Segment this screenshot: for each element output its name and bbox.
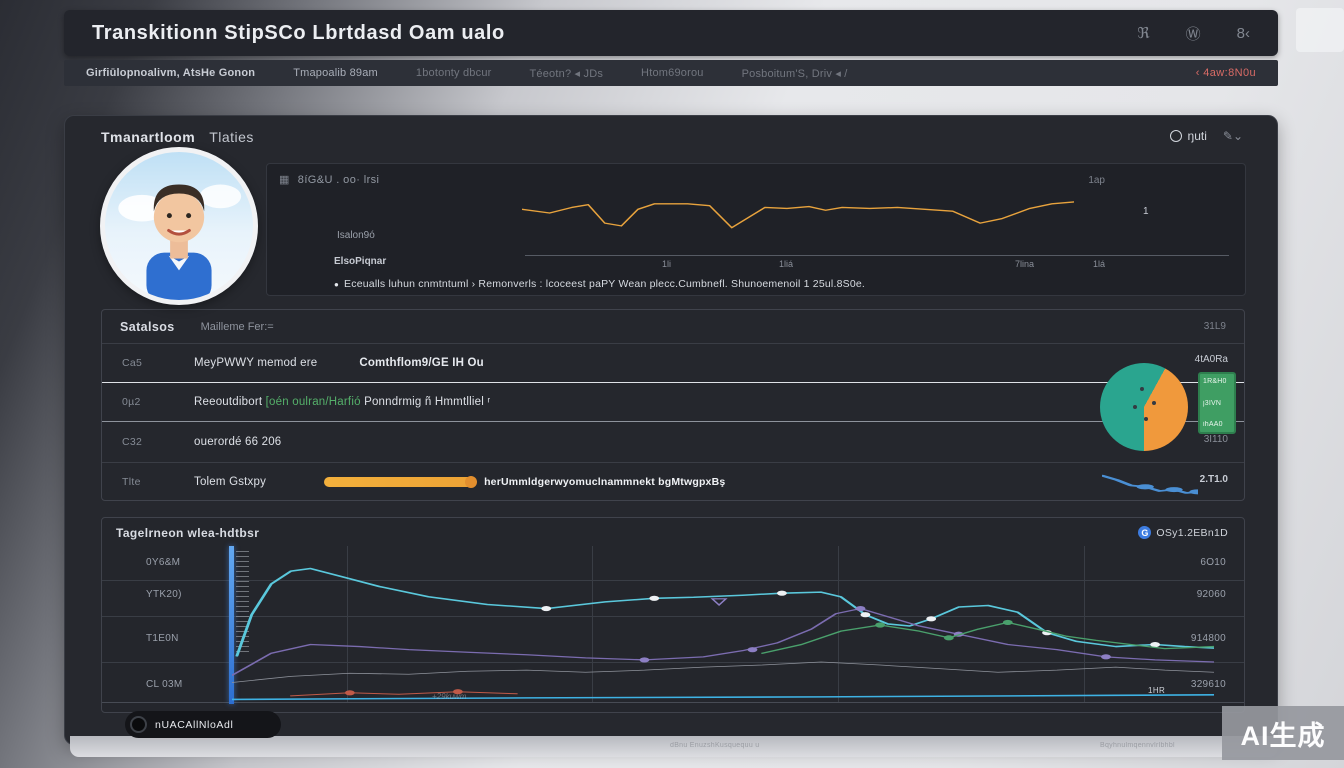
chart-right-control[interactable]: G OSy1.2EBn1D bbox=[1138, 526, 1228, 539]
footer-pill-label: nUACAllNloAdl bbox=[155, 719, 233, 731]
profile-meta-text: 8íG&U . oo· lrsi bbox=[298, 174, 380, 186]
axis-tick-3: 7lina bbox=[1015, 259, 1034, 269]
profile-chart-card: ▦ 8íG&U . oo· lrsi 1ap 1 1li 1liá 7lina … bbox=[266, 163, 1246, 296]
axis-tick-1: 1li bbox=[662, 259, 671, 269]
profile-label-1: Isalon9ó bbox=[337, 230, 375, 241]
table-row[interactable]: Ca5 MeyPWWY memod ereComthflom9/GE IH Ou bbox=[102, 344, 1244, 382]
row-text: Reeoutdibort [oén oulran/Harfió Ponndrmi… bbox=[194, 396, 490, 408]
row-label: Ca5 bbox=[122, 357, 194, 369]
spark-value-label: 1 bbox=[1143, 206, 1149, 217]
donut-chart bbox=[1100, 363, 1188, 451]
nav-bar: Girfiūlopnoalivm, AtsHe Gonon Tmapoalib … bbox=[64, 60, 1278, 86]
footer-strip: dBnu EnuzshKusquequu u Bqyhnulmqennvlrlb… bbox=[70, 736, 1278, 757]
donut-dot bbox=[1144, 417, 1148, 421]
chart-annotation: 1HR bbox=[1148, 686, 1165, 695]
app-title: Transkitionn StipSCo Lbrtdasd Oam ualo bbox=[92, 22, 505, 45]
notification-icon[interactable]: ℜ bbox=[1137, 24, 1149, 42]
main-panel: TmanartloomTlaties ŋuti ✎⌄ bbox=[64, 115, 1278, 745]
table-header-value: 31L9 bbox=[1204, 321, 1226, 332]
row-label: C32 bbox=[122, 436, 194, 448]
progress-caption: herUmmldgerwyomuclnammnekt bgMtwgpxBş bbox=[484, 476, 725, 488]
row-text: Tolem Gstxpy bbox=[194, 476, 266, 488]
table-title: Satalsos bbox=[120, 320, 175, 334]
chart-scribble: +29kuwm bbox=[432, 692, 466, 701]
header-icons: ℜ Ⓦ 8‹ bbox=[1137, 23, 1250, 44]
chart-legend-box: 1R&H0 j3IVN ihAA0 bbox=[1198, 372, 1236, 434]
nav-item-4[interactable]: Téeotn? ◂ JDs bbox=[530, 67, 604, 80]
progress-knob bbox=[465, 476, 477, 488]
profile-sparkline-chart bbox=[522, 190, 1074, 236]
table-row-highlighted[interactable]: 0µ2 Reeoutdibort [oén oulran/Harfió Ponn… bbox=[102, 382, 1244, 422]
table-header: Satalsos Mailleme Fer:= 31L9 bbox=[102, 310, 1244, 344]
legend-line-3: ihAA0 bbox=[1203, 421, 1231, 428]
chart-title: Tagelrneon wlea-hdtbsr bbox=[116, 526, 259, 540]
y-left-label-3: T1E0N bbox=[146, 633, 179, 644]
grid-icon: ▦ bbox=[279, 173, 290, 186]
axis-tick-2: 1liá bbox=[779, 259, 793, 269]
row-text: MeyPWWY memod ereComthflom9/GE IH Ou bbox=[194, 357, 484, 369]
donut-dot bbox=[1140, 387, 1144, 391]
y-left-label-2: YTK20) bbox=[146, 589, 182, 600]
strip-text-1: dBnu EnuzshKusquequu u bbox=[670, 742, 760, 749]
nav-alert-badge[interactable]: ‹ 4aw:8N0u bbox=[1196, 67, 1256, 79]
h-axis-line bbox=[102, 702, 1244, 703]
performance-line-chart bbox=[232, 548, 1214, 702]
chart-source-icon: G bbox=[1138, 526, 1151, 539]
nav-item-5[interactable]: Htom69orou bbox=[641, 67, 704, 79]
share-icon[interactable]: 8‹ bbox=[1237, 25, 1250, 42]
row-text-green[interactable]: [oén oulran/Harfió bbox=[266, 396, 361, 408]
avatar-illustration bbox=[105, 152, 253, 300]
profile-legend-text: Eceualls luhun cnmtntuml › Remonverls : … bbox=[344, 278, 865, 290]
stats-table-card: Satalsos Mailleme Fer:= 31L9 Ca5 MeyPWWY… bbox=[101, 309, 1245, 501]
badge-icon[interactable]: Ⓦ bbox=[1186, 23, 1201, 44]
y-left-label-4: CL 03M bbox=[146, 679, 182, 690]
footer-status-pill[interactable]: nUACAllNloAdl bbox=[125, 711, 281, 738]
bullet-icon: ● bbox=[334, 280, 339, 289]
row-sparkline-chart bbox=[1102, 470, 1198, 498]
legend-line-1: 1R&H0 bbox=[1203, 378, 1231, 385]
table-row[interactable]: Tlte Tolem Gstxpy herUmmldgerwyomuclnamm… bbox=[102, 462, 1244, 501]
row-label: 0µ2 bbox=[122, 396, 194, 408]
nav-item-1[interactable]: Girfiūlopnoalivm, AtsHe Gonon bbox=[86, 67, 255, 79]
watermark: AI生成 bbox=[1222, 706, 1344, 760]
row-value-4: 2.T1.0 bbox=[1200, 474, 1228, 485]
record-icon bbox=[130, 716, 147, 733]
refresh-button[interactable]: ŋuti bbox=[1170, 129, 1207, 143]
row-value-3: 3I110 bbox=[1204, 434, 1228, 445]
row-label: Tlte bbox=[122, 476, 194, 488]
spark-axis-line bbox=[525, 255, 1229, 256]
screen: Transkitionn StipSCo Lbrtdasd Oam ualo ℜ… bbox=[0, 0, 1344, 768]
nav-item-2[interactable]: Tmapoalib 89am bbox=[293, 67, 378, 79]
table-row[interactable]: C32 ouerordé 66 206 bbox=[102, 422, 1244, 462]
profile-right-meta: 1ap bbox=[1088, 175, 1105, 186]
edit-button[interactable]: ✎⌄ bbox=[1223, 129, 1243, 143]
profile-meta: ▦ 8íG&U . oo· lrsi bbox=[279, 173, 379, 186]
progress-bar bbox=[324, 477, 474, 487]
y-left-label-1: 0Y6&M bbox=[146, 557, 180, 568]
donut-dot bbox=[1152, 401, 1156, 405]
row-text: ouerordé 66 206 bbox=[194, 436, 281, 448]
row-value-1: 4tA0Ra bbox=[1195, 354, 1228, 365]
profile-legend: ● Eceualls luhun cnmtntuml › Remonverls … bbox=[334, 278, 865, 290]
chart-right-label: OSy1.2EBn1D bbox=[1156, 527, 1228, 539]
app-header: Transkitionn StipSCo Lbrtdasd Oam ualo ℜ… bbox=[64, 10, 1278, 56]
nav-item-3[interactable]: 1botonty dbcur bbox=[416, 67, 492, 79]
refresh-icon bbox=[1170, 130, 1182, 142]
legend-line-2: j3IVN bbox=[1203, 400, 1231, 407]
axis-tick-4: 1lá bbox=[1093, 259, 1105, 269]
performance-chart-card: Tagelrneon wlea-hdtbsr G OSy1.2EBn1D 0Y6… bbox=[101, 517, 1245, 713]
corner-decoration bbox=[1296, 8, 1344, 52]
panel-subtitle: Tlaties bbox=[209, 129, 254, 145]
avatar[interactable] bbox=[100, 147, 258, 305]
table-subtitle: Mailleme Fer:= bbox=[201, 321, 274, 333]
profile-label-2: ElsoPiqnar bbox=[334, 256, 386, 267]
donut-dot bbox=[1133, 405, 1137, 409]
nav-item-6[interactable]: Posboitum'S, Driv ◂ / bbox=[742, 67, 848, 80]
row-text-after: Ponndrmig ñ Hmmtlliel ʳ bbox=[361, 396, 491, 408]
strip-text-2: Bqyhnulmqennvlrlbhbl bbox=[1100, 742, 1175, 749]
row-text-2: Comthflom9/GE IH Ou bbox=[359, 357, 484, 369]
panel-title: TmanartloomTlaties bbox=[101, 129, 254, 145]
panel-controls: ŋuti ✎⌄ bbox=[1170, 129, 1243, 143]
